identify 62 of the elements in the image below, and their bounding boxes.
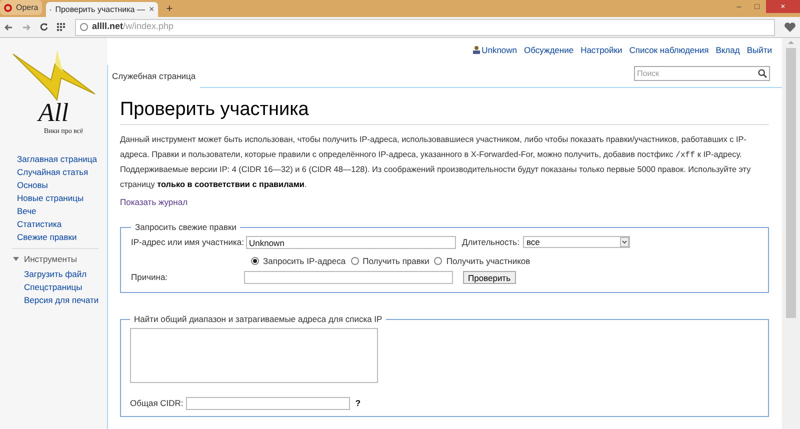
back-icon[interactable] xyxy=(4,24,13,30)
user-link[interactable]: Unknown xyxy=(472,44,518,57)
address-field[interactable]: allll.net/w/index.php xyxy=(75,18,775,36)
grid-icon[interactable] xyxy=(57,23,66,31)
expanded-triangle-icon[interactable] xyxy=(13,256,19,262)
personal-link[interactable]: Выйти xyxy=(746,44,772,57)
sidebar-link[interactable]: Случайная статья xyxy=(17,167,99,177)
sidebar-link[interactable]: Спецстраницы xyxy=(24,282,99,292)
field-label: Причина: xyxy=(131,271,169,284)
duration-dropdown[interactable]: все xyxy=(523,236,630,248)
fieldset-legend: Запросить свежие правки xyxy=(131,220,240,234)
tab-title: Проверить участника — xyxy=(55,4,145,16)
sidebar-link[interactable]: Версия для печати xyxy=(24,294,99,305)
reason-field[interactable] xyxy=(244,271,453,284)
sidebar-link[interactable]: Статистика xyxy=(17,219,99,229)
sidebar-link[interactable]: Вече xyxy=(17,206,99,216)
opera-logo-icon xyxy=(4,4,12,12)
field-label: Общая CIDR: xyxy=(130,397,184,410)
radio-option[interactable]: Запросить IP-адреса xyxy=(251,254,346,268)
url-text: allll.net/w/index.php xyxy=(92,20,174,34)
radio-button[interactable] xyxy=(434,256,442,265)
radio-option[interactable]: Получить участников xyxy=(434,254,530,268)
window-control-button[interactable]: × xyxy=(766,0,800,13)
search-icon[interactable] xyxy=(758,69,767,78)
ip-list-textarea[interactable] xyxy=(130,328,378,383)
sidebar-section-title[interactable]: Инструменты xyxy=(24,253,78,266)
fieldset-legend: Найти общий диапазон и затрагиваемые адреса для списка IP xyxy=(130,313,386,326)
radio-button[interactable] xyxy=(350,256,359,265)
personal-link[interactable]: Вклад xyxy=(716,44,740,57)
sidebar-link[interactable]: Свежие правки xyxy=(17,232,99,242)
new-tab-button[interactable]: + xyxy=(166,4,173,15)
field-label: Длительность: xyxy=(462,236,520,248)
show-log-link[interactable]: Показать журнал xyxy=(120,196,769,209)
sidebar-link[interactable]: Загрузить файл xyxy=(24,268,99,279)
personal-link[interactable]: Обсуждение xyxy=(524,44,574,57)
personal-link[interactable]: Настройки xyxy=(580,44,622,57)
intro-paragraph: Данный инструмент может быть использован, чтобы получить IP-адреса, использовавшиеся участником, либо чтобы показать правки/участников, работавших с IP-адреса. Правки и пользователи, которые правили с определённого IP-адреса, указанного в X-Forwarded-For, можно получить, добавив постфикс /xff к IP-адресу. Поддерживаемые версии IP: 4 (CIDR 16—32) и 6 (CIDR 48—128). Из соображений производительности будут показаны только первые 5000 правок. Используйте эту страницу только в соответствии с правилами. xyxy=(120,134,752,191)
window-control-button[interactable]: – xyxy=(730,0,748,13)
help-mark[interactable]: ? xyxy=(355,397,361,410)
user-icon xyxy=(472,46,480,54)
browser-tab[interactable]: Проверить участника — × xyxy=(46,2,158,17)
cidr-field[interactable] xyxy=(186,397,350,410)
sidebar-link[interactable]: Заглавная страница xyxy=(17,154,99,164)
heart-icon[interactable] xyxy=(784,22,796,32)
logo-wordmark: All xyxy=(38,100,69,126)
forward-icon[interactable] xyxy=(22,24,31,30)
scrollbar-thumb[interactable] xyxy=(786,48,796,318)
sidebar-link[interactable]: Новые страницы xyxy=(17,193,99,203)
opera-menu-button[interactable]: Opera xyxy=(0,0,42,15)
radio-button[interactable] xyxy=(251,256,259,265)
globe-icon xyxy=(80,23,88,31)
check-button[interactable]: Проверить xyxy=(463,271,516,284)
page-heading: Проверить участника xyxy=(120,98,769,125)
username-field[interactable]: Unknown xyxy=(246,236,456,248)
field-label: IP-адрес или имя участника: xyxy=(131,236,244,248)
close-tab-icon[interactable]: × xyxy=(148,2,154,16)
reload-icon[interactable] xyxy=(40,23,48,31)
personal-link[interactable]: Список наблюдения xyxy=(629,44,709,57)
page-tab[interactable]: Служебная страница xyxy=(107,65,200,88)
window-control-button[interactable]: □ xyxy=(748,0,766,13)
sidebar-link[interactable]: Основы xyxy=(17,180,99,190)
radio-option[interactable]: Получить правки xyxy=(350,254,430,268)
